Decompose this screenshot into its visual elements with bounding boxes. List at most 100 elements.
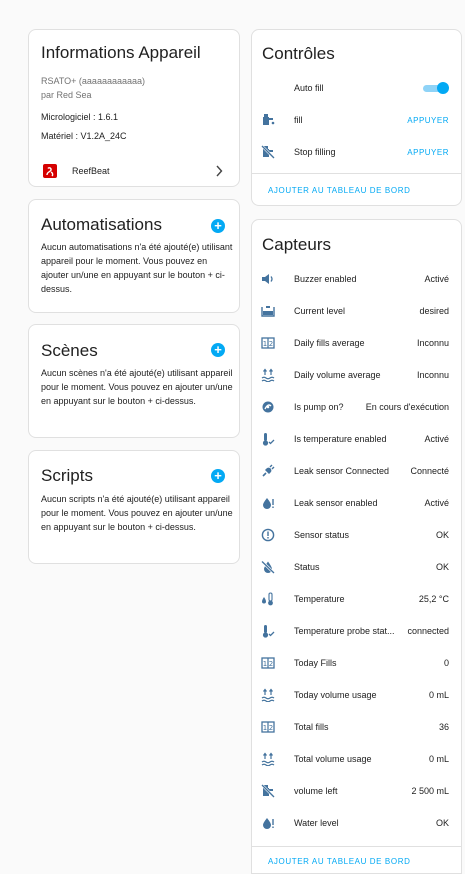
sensor-value: desired bbox=[419, 306, 449, 316]
water-off-icon bbox=[261, 560, 275, 574]
control-row-auto-fill: Auto fill bbox=[252, 72, 461, 104]
sensors-title: Capteurs bbox=[262, 235, 331, 254]
sensor-row[interactable]: 1 2 Daily fills average Inconnu bbox=[252, 327, 461, 359]
sensor-value: OK bbox=[435, 530, 449, 540]
waves-arrow-up-icon bbox=[261, 688, 275, 702]
sensor-value: Activé bbox=[424, 274, 449, 284]
device-manufacturer: par Red Sea bbox=[41, 90, 92, 100]
sensor-label: Sensor status bbox=[294, 530, 350, 540]
sensor-label: Total volume usage bbox=[294, 754, 372, 764]
reefbeat-logo bbox=[42, 163, 58, 179]
controls-card: Contrôles Auto fill fill APPUYER Stop fi… bbox=[251, 29, 462, 206]
sensor-row[interactable]: Is temperature enabled Activé bbox=[252, 423, 461, 455]
integration-link[interactable]: ReefBeat bbox=[29, 160, 239, 182]
sensor-value: OK bbox=[435, 818, 449, 828]
controls-add-to-dashboard-button[interactable]: AJOUTER AU TABLEAU DE BORD bbox=[268, 186, 410, 195]
automations-empty-text: Aucun automatisations n'a été ajouté(e) … bbox=[41, 242, 233, 294]
sensor-row[interactable]: Leak sensor enabled Activé bbox=[252, 487, 461, 519]
counter-icon: 12 bbox=[261, 720, 275, 734]
sensor-row[interactable]: Total volume usage 0 mL bbox=[252, 743, 461, 775]
tank-level-icon bbox=[261, 304, 275, 318]
sensor-label: Total fills bbox=[294, 722, 329, 732]
add-scene-button[interactable]: + bbox=[211, 343, 225, 357]
control-row-stop-filling: Stop filling APPUYER bbox=[252, 136, 461, 168]
auto-fill-toggle[interactable] bbox=[423, 82, 449, 94]
thermometer-water-icon bbox=[261, 592, 275, 606]
device-hardware: Matériel : V1.2A_24C bbox=[41, 131, 127, 141]
sensor-label: Temperature probe stat... bbox=[294, 626, 395, 636]
sensor-row[interactable]: Daily volume average Inconnu bbox=[252, 359, 461, 391]
sensor-row[interactable]: Status OK bbox=[252, 551, 461, 583]
waves-arrow-up-icon bbox=[261, 752, 275, 766]
sensor-row[interactable]: Today volume usage 0 mL bbox=[252, 679, 461, 711]
sensor-label: Leak sensor enabled bbox=[294, 498, 378, 508]
sensors-card: Capteurs Buzzer enabled Activé Current lev… bbox=[251, 219, 462, 874]
integration-label: ReefBeat bbox=[72, 166, 110, 176]
sensor-label: Today volume usage bbox=[294, 690, 377, 700]
alert-circle-icon bbox=[261, 528, 275, 542]
sensor-value: connected bbox=[407, 626, 449, 636]
scenes-title: Scènes bbox=[41, 341, 98, 360]
sensor-row[interactable]: volume left 2 500 mL bbox=[252, 775, 461, 807]
sensor-value: Inconnu bbox=[416, 338, 449, 348]
scenes-card: Scènes + Aucun scènes n'a été ajouté(e) … bbox=[28, 324, 240, 438]
sensor-value: 0 mL bbox=[428, 754, 449, 764]
automations-card: Automatisations + Aucun automatisations … bbox=[28, 199, 240, 313]
counter-icon: 12 bbox=[261, 656, 275, 670]
sensor-row[interactable]: Sensor status OK bbox=[252, 519, 461, 551]
counter-icon: 12 bbox=[261, 336, 275, 350]
sensors-add-to-dashboard-button[interactable]: AJOUTER AU TABLEAU DE BORD bbox=[268, 857, 410, 866]
sensor-row[interactable]: Current level desired bbox=[252, 295, 461, 327]
add-automation-button[interactable]: + bbox=[211, 219, 225, 233]
water-pump-off-icon bbox=[261, 145, 275, 159]
sensor-value: 0 bbox=[443, 658, 449, 668]
device-info-title: Informations Appareil bbox=[41, 43, 201, 62]
sensor-row[interactable]: Buzzer enabled Activé bbox=[252, 263, 461, 295]
sensor-row[interactable]: Water level OK bbox=[252, 807, 461, 839]
sensor-row[interactable]: Leak sensor Connected Connecté bbox=[252, 455, 461, 487]
chevron-right-icon bbox=[215, 165, 223, 177]
sensor-label: Current level bbox=[294, 306, 346, 316]
automations-title: Automatisations bbox=[41, 215, 162, 234]
svg-text:1: 1 bbox=[263, 660, 267, 668]
sensor-value: 36 bbox=[438, 722, 449, 732]
scripts-empty-text: Aucun scripts n'a été ajouté(e) utilisan… bbox=[41, 494, 233, 532]
control-label: fill bbox=[294, 115, 303, 125]
water-alert-icon bbox=[261, 816, 275, 830]
stop-filling-press-button[interactable]: APPUYER bbox=[407, 148, 449, 157]
plug-connected-icon bbox=[261, 464, 275, 478]
sensor-value: Activé bbox=[424, 498, 449, 508]
fill-press-button[interactable]: APPUYER bbox=[407, 116, 449, 125]
svg-text:2: 2 bbox=[269, 660, 273, 668]
add-script-button[interactable]: + bbox=[211, 469, 225, 483]
scripts-card: Scripts + Aucun scripts n'a été ajouté(e… bbox=[28, 450, 240, 564]
sensor-label: Daily fills average bbox=[294, 338, 365, 348]
controls-title: Contrôles bbox=[262, 44, 335, 63]
svg-text:1: 1 bbox=[263, 340, 267, 348]
scenes-empty-text: Aucun scènes n'a été ajouté(e) utilisant… bbox=[41, 368, 233, 406]
thermometer-check-icon bbox=[261, 432, 275, 446]
sensor-row[interactable]: 1 2 Today Fills 0 bbox=[252, 647, 461, 679]
sensor-label: Daily volume average bbox=[294, 370, 381, 380]
device-info-card: Informations Appareil RSATO+ (aaaaaaaaaa… bbox=[28, 29, 240, 187]
sensor-row[interactable]: Temperature probe stat... connected bbox=[252, 615, 461, 647]
sensor-value: 2 500 mL bbox=[411, 786, 449, 796]
sensor-value: 0 mL bbox=[428, 690, 449, 700]
sensor-row[interactable]: Temperature 25,2 °C bbox=[252, 583, 461, 615]
sensor-label: Today Fills bbox=[294, 658, 337, 668]
sensor-label: Leak sensor Connected bbox=[294, 466, 390, 476]
device-firmware: Micrologiciel : 1.6.1 bbox=[41, 112, 119, 122]
sensor-value: OK bbox=[435, 562, 449, 572]
control-label: Stop filling bbox=[294, 147, 336, 157]
volume-icon bbox=[261, 272, 275, 286]
thermometer-check-icon bbox=[261, 624, 275, 638]
device-model: RSATO+ (aaaaaaaaaaaa) bbox=[41, 76, 145, 86]
sensor-row[interactable]: Is pump on? En cours d'exécution bbox=[252, 391, 461, 423]
pump-icon bbox=[261, 400, 275, 414]
scripts-title: Scripts bbox=[41, 466, 93, 485]
sensor-value: Connecté bbox=[410, 466, 449, 476]
sensor-value: Activé bbox=[424, 434, 449, 444]
svg-text:2: 2 bbox=[269, 724, 273, 732]
sensor-value: En cours d'exécution bbox=[365, 402, 449, 412]
sensor-row[interactable]: 1 2 Total fills 36 bbox=[252, 711, 461, 743]
